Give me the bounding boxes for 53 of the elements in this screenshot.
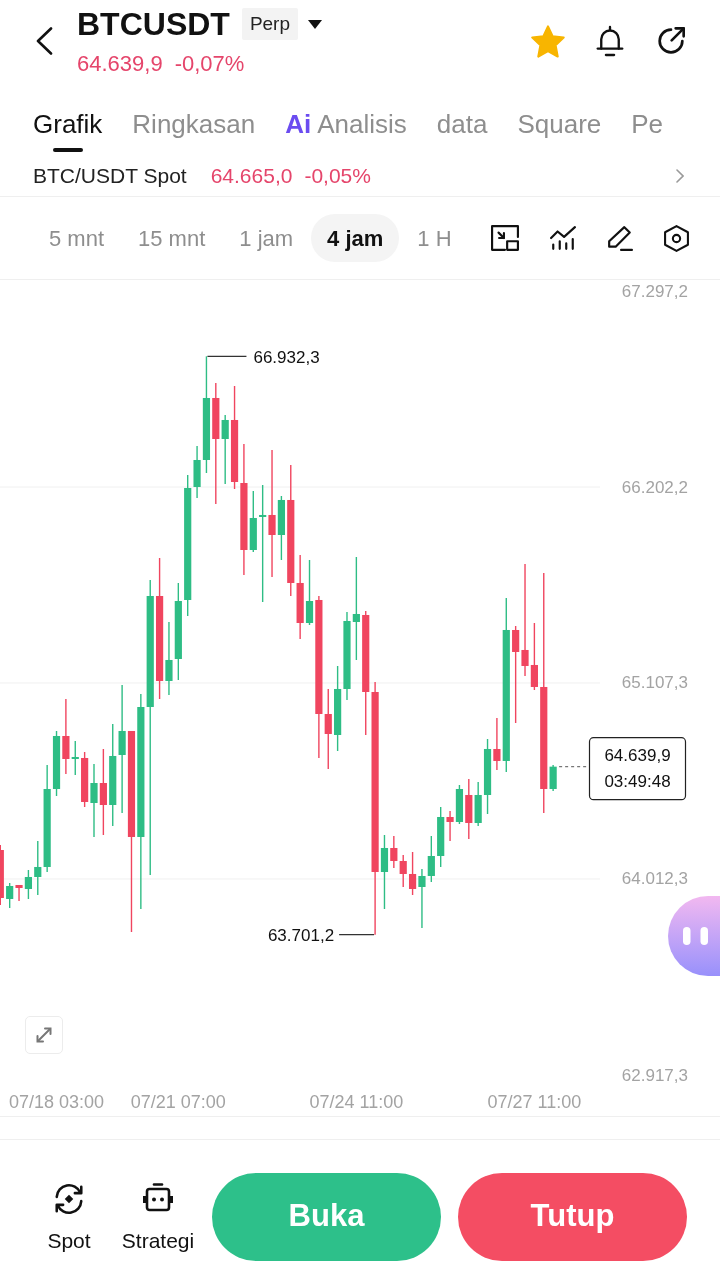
low-price-label: 63.701,2: [267, 926, 335, 946]
leader-line: [206, 355, 248, 357]
time-axis-label: 07/27 11:00: [487, 1092, 582, 1112]
last-price-label: 64.639,9: [604, 746, 671, 766]
share-icon[interactable]: [655, 25, 687, 57]
leader-line: [338, 934, 375, 936]
pencil-icon[interactable]: [607, 225, 633, 251]
strategy-shortcut[interactable]: Strategi: [120, 1182, 196, 1253]
timeframe-tab[interactable]: 1 H: [401, 214, 468, 262]
tab[interactable]: data: [436, 92, 488, 156]
spot-price: 64.665,0: [210, 163, 293, 190]
price-change: -0,07%: [174, 51, 245, 77]
spot-shortcut[interactable]: Spot: [39, 1182, 99, 1253]
timeframe-tab[interactable]: 5 mnt: [33, 214, 121, 262]
time-axis-label: 07/24 11:00: [309, 1092, 404, 1112]
last-price: 64.639,9: [77, 51, 163, 77]
time-axis-label: 07/21 07:00: [130, 1092, 226, 1112]
line-chart-icon[interactable]: [550, 225, 576, 251]
bell-icon[interactable]: [596, 25, 624, 57]
timeframe-tab[interactable]: 4 jam: [311, 214, 400, 262]
chevron-right-icon[interactable]: [676, 169, 684, 183]
price-axis-label: 64.012,3: [621, 869, 688, 889]
tab[interactable]: Ai Analisis: [285, 92, 407, 156]
tab[interactable]: Square: [517, 92, 602, 156]
candle: [0, 844, 4, 906]
expand-icon: [35, 1026, 53, 1044]
star-icon[interactable]: [531, 24, 565, 58]
price-axis-label: 65.107,3: [621, 673, 688, 693]
settings-icon[interactable]: [664, 224, 689, 252]
expand-button[interactable]: [25, 1016, 63, 1054]
high-price-label: 66.932,3: [253, 347, 320, 367]
timeframe-tab[interactable]: 15 mnt: [122, 214, 222, 262]
price-axis-label: 67.297,2: [621, 281, 688, 301]
picture-in-picture-icon[interactable]: [491, 225, 519, 251]
close-order-button[interactable]: Tutup: [458, 1172, 687, 1261]
time-axis-label: 07/18 03:00: [8, 1092, 105, 1112]
caret-icon[interactable]: [308, 19, 322, 29]
tab[interactable]: Grafik: [33, 92, 103, 156]
tab[interactable]: Pe: [631, 92, 664, 156]
spot-pair-label[interactable]: BTC/USDT Spot: [33, 160, 187, 192]
open-order-button[interactable]: Buka: [212, 1172, 441, 1261]
assistant-button[interactable]: [668, 896, 720, 976]
price-axis-label: 66.202,2: [621, 477, 688, 497]
spot-change: -0,05%: [304, 163, 371, 190]
tab[interactable]: Ringkasan: [132, 92, 256, 156]
cycle-arrows-icon: [53, 1182, 85, 1215]
back-icon[interactable]: [35, 27, 53, 55]
timeframe-tab[interactable]: 1 jam: [223, 214, 310, 262]
eyes-icon: [683, 927, 708, 945]
countdown-label: 03:49:48: [604, 772, 671, 792]
price-axis-label: 62.917,3: [621, 1065, 688, 1085]
symbol-title: BTCUSDT: [77, 5, 230, 43]
contract-type-badge[interactable]: Perp: [241, 8, 298, 40]
